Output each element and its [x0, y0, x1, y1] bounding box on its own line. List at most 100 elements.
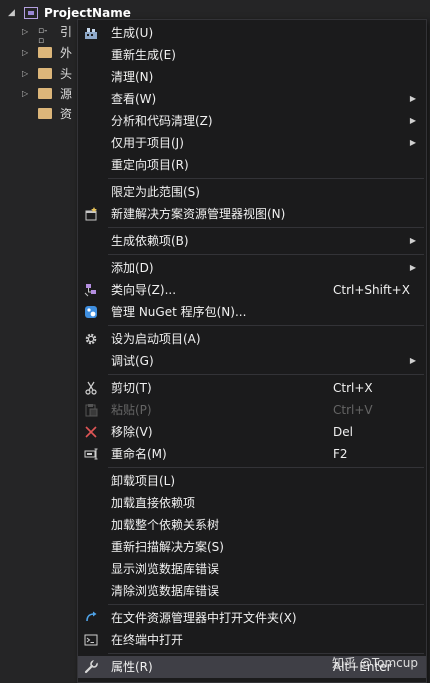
project-name: ProjectName — [44, 6, 131, 20]
menu-item-rescan-solution[interactable]: 重新扫描解决方案(S) — [78, 536, 426, 558]
menu-item-label: 卸载项目(L) — [111, 474, 176, 488]
menu-item-label: 粘贴(P) — [111, 403, 152, 417]
menu-item-new-explorer-view[interactable]: 新建解决方案资源管理器视图(N) — [78, 203, 426, 225]
menu-item-label: 清理(N) — [111, 70, 154, 84]
menu-item-build[interactable]: 生成(U) — [78, 22, 426, 44]
menu-item-label: 新建解决方案资源管理器视图(N) — [111, 207, 286, 221]
menu-item-clear-browse-db-errors[interactable]: 清除浏览数据库错误 — [78, 580, 426, 602]
reference-icon: ▫-▫ — [38, 25, 48, 46]
terminal-icon — [83, 632, 99, 648]
submenu-arrow-icon: ▶ — [409, 94, 416, 103]
folder-icon — [38, 87, 52, 99]
tree-item-external[interactable]: ▷ 外 — [22, 43, 72, 61]
shortcut-text: Ctrl+Shift+X — [333, 283, 410, 297]
build-icon — [83, 25, 99, 41]
tree-item-label: 源 — [60, 86, 73, 101]
menu-item-load-dependency-tree[interactable]: 加载整个依赖关系树 — [78, 514, 426, 536]
menu-item-view[interactable]: 查看(W) ▶ — [78, 88, 426, 110]
menu-item-add[interactable]: 添加(D) ▶ — [78, 257, 426, 279]
menu-item-show-browse-db-errors[interactable]: 显示浏览数据库错误 — [78, 558, 426, 580]
expand-arrow-icon[interactable]: ▷ — [22, 48, 30, 57]
tree-item-label: 引 — [60, 24, 73, 39]
menu-separator — [108, 227, 424, 228]
menu-item-label: 重新生成(E) — [111, 48, 176, 62]
menu-separator — [108, 467, 424, 468]
menu-item-label: 在文件资源管理器中打开文件夹(X) — [111, 611, 297, 625]
menu-separator — [108, 604, 424, 605]
tree-item-sources[interactable]: ▷ 源 — [22, 84, 72, 102]
menu-item-label: 调试(G) — [111, 354, 154, 368]
menu-item-paste[interactable]: 粘贴(P) Ctrl+V — [78, 399, 426, 421]
context-menu: 生成(U) 重新生成(E) 清理(N) 查看(W) ▶ 分析和代码清理(Z) ▶… — [77, 19, 427, 683]
menu-item-label: 剪切(T) — [111, 381, 152, 395]
menu-item-label: 加载直接依赖项 — [111, 496, 196, 510]
menu-item-retarget[interactable]: 重定向项目(R) — [78, 154, 426, 176]
wrench-icon — [83, 659, 99, 675]
submenu-arrow-icon: ▶ — [409, 236, 416, 245]
watermark: 知乎 @Tomcup — [332, 656, 418, 670]
menu-item-remove[interactable]: 移除(V) Del — [78, 421, 426, 443]
menu-item-label: 移除(V) — [111, 425, 153, 439]
menu-item-scope-to-this[interactable]: 限定为此范围(S) — [78, 181, 426, 203]
menu-item-rename[interactable]: 重命名(M) F2 — [78, 443, 426, 465]
nuget-icon — [83, 304, 99, 320]
menu-separator — [108, 178, 424, 179]
menu-item-label: 管理 NuGet 程序包(N)... — [111, 305, 247, 319]
tree-item-label: 外 — [60, 45, 73, 60]
tree-item-headers[interactable]: ▷ 头 — [22, 64, 72, 82]
shortcut-text: Ctrl+X — [333, 381, 373, 395]
gear-icon — [83, 331, 99, 347]
remove-icon — [83, 424, 99, 440]
menu-item-label: 显示浏览数据库错误 — [111, 562, 220, 576]
menu-item-label: 添加(D) — [111, 261, 154, 275]
menu-item-label: 生成依赖项(B) — [111, 234, 189, 248]
collapse-arrow-icon[interactable]: ◢ — [8, 8, 18, 18]
new-view-icon — [83, 206, 99, 222]
menu-separator — [108, 325, 424, 326]
submenu-arrow-icon: ▶ — [409, 356, 416, 365]
menu-item-label: 仅用于项目(J) — [111, 136, 184, 150]
expand-arrow-icon[interactable]: ▷ — [22, 69, 30, 78]
menu-item-label: 设为启动项目(A) — [111, 332, 201, 346]
submenu-arrow-icon: ▶ — [409, 116, 416, 125]
menu-item-label: 属性(R) — [111, 660, 153, 674]
menu-separator — [108, 254, 424, 255]
menu-item-load-direct-deps[interactable]: 加载直接依赖项 — [78, 492, 426, 514]
menu-item-project-only[interactable]: 仅用于项目(J) ▶ — [78, 132, 426, 154]
paste-icon — [83, 402, 99, 418]
menu-item-label: 生成(U) — [111, 26, 154, 40]
shortcut-text: F2 — [333, 447, 348, 461]
menu-item-label: 清除浏览数据库错误 — [111, 584, 220, 598]
menu-item-open-in-terminal[interactable]: 在终端中打开 — [78, 629, 426, 651]
menu-item-cut[interactable]: 剪切(T) Ctrl+X — [78, 377, 426, 399]
menu-item-label: 加载整个依赖关系树 — [111, 518, 220, 532]
menu-item-label: 重定向项目(R) — [111, 158, 189, 172]
menu-item-manage-nuget[interactable]: 管理 NuGet 程序包(N)... — [78, 301, 426, 323]
submenu-arrow-icon: ▶ — [409, 263, 416, 272]
menu-item-debug[interactable]: 调试(G) ▶ — [78, 350, 426, 372]
menu-item-open-in-file-explorer[interactable]: 在文件资源管理器中打开文件夹(X) — [78, 607, 426, 629]
menu-item-unload-project[interactable]: 卸载项目(L) — [78, 470, 426, 492]
class-wizard-icon — [83, 282, 99, 298]
menu-item-build-dependencies[interactable]: 生成依赖项(B) ▶ — [78, 230, 426, 252]
folder-icon — [38, 107, 52, 119]
menu-item-clean[interactable]: 清理(N) — [78, 66, 426, 88]
menu-item-analyze[interactable]: 分析和代码清理(Z) ▶ — [78, 110, 426, 132]
menu-item-class-wizard[interactable]: 类向导(Z)... Ctrl+Shift+X — [78, 279, 426, 301]
tree-item-label: 资 — [60, 106, 73, 121]
menu-item-rebuild[interactable]: 重新生成(E) — [78, 44, 426, 66]
menu-item-label: 在终端中打开 — [111, 633, 184, 647]
tree-item-references[interactable]: ▷ ▫-▫ 引 — [22, 22, 73, 46]
tree-item-resources[interactable]: ▷ 资 — [22, 104, 72, 122]
folder-icon — [38, 67, 52, 79]
menu-item-label: 重新扫描解决方案(S) — [111, 540, 224, 554]
menu-item-label: 分析和代码清理(Z) — [111, 114, 213, 128]
open-folder-icon — [83, 610, 99, 626]
submenu-arrow-icon: ▶ — [409, 138, 416, 147]
tree-item-label: 头 — [60, 66, 73, 81]
expand-arrow-icon[interactable]: ▷ — [22, 89, 30, 98]
expand-arrow-icon[interactable]: ▷ — [22, 27, 30, 36]
menu-item-label: 类向导(Z)... — [111, 283, 177, 297]
menu-item-set-startup-project[interactable]: 设为启动项目(A) — [78, 328, 426, 350]
shortcut-text: Del — [333, 425, 353, 439]
